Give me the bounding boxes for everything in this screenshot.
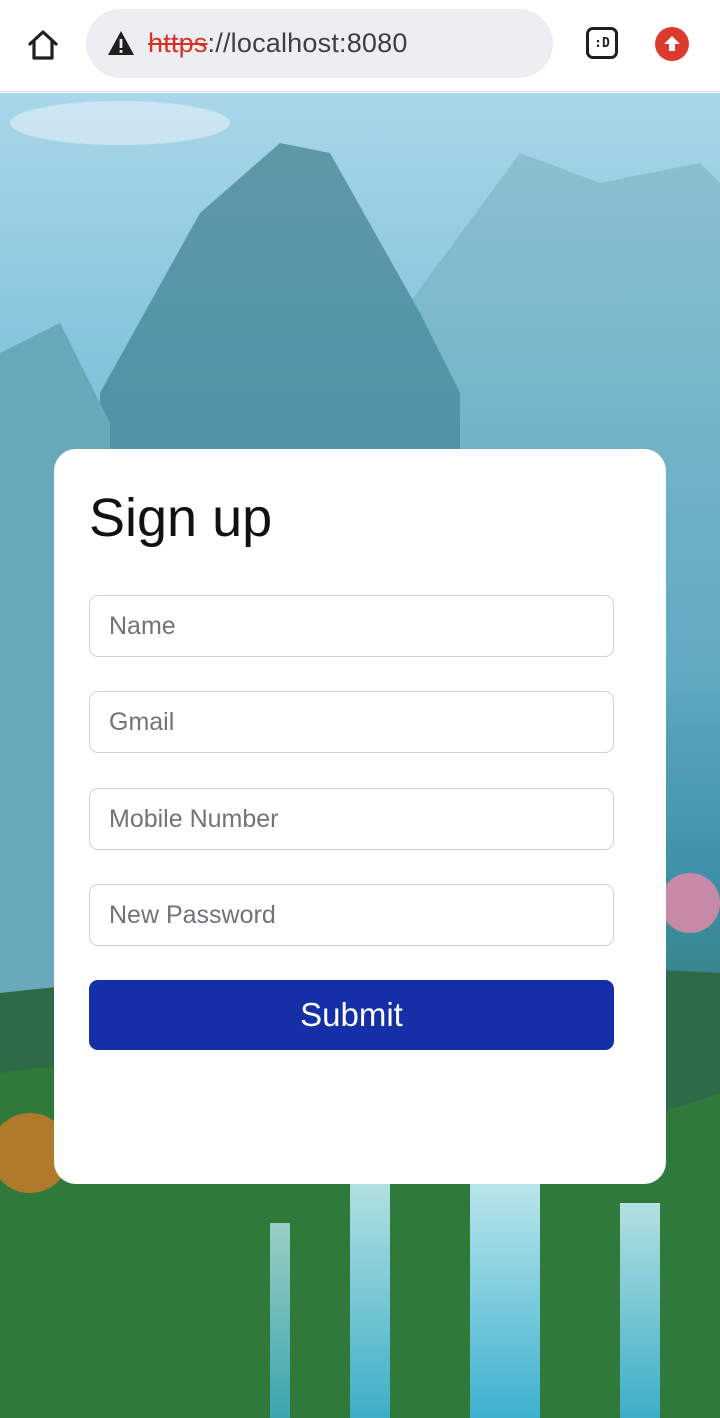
gmail-input[interactable] bbox=[89, 691, 614, 753]
signup-card: Sign up Submit bbox=[54, 449, 666, 1184]
page-title: Sign up bbox=[89, 488, 273, 548]
submit-button[interactable]: Submit bbox=[89, 980, 614, 1050]
background-landscape: Sign up Submit bbox=[0, 93, 720, 1418]
home-icon bbox=[28, 30, 58, 60]
address-bar[interactable]: https://localhost:8080 bbox=[86, 9, 553, 78]
arrow-up-icon bbox=[664, 36, 680, 51]
browser-toolbar: https://localhost:8080 :D bbox=[0, 0, 720, 92]
mobile-number-input[interactable] bbox=[89, 788, 614, 850]
url-scheme: https bbox=[148, 28, 208, 58]
url-host: ://localhost:8080 bbox=[207, 28, 408, 58]
update-button[interactable] bbox=[655, 27, 689, 61]
tab-switcher-button[interactable]: :D bbox=[586, 27, 618, 59]
url-text: https://localhost:8080 bbox=[148, 9, 408, 78]
name-input[interactable] bbox=[89, 595, 614, 657]
home-button[interactable] bbox=[22, 24, 64, 66]
new-password-input[interactable] bbox=[89, 884, 614, 946]
warning-triangle-icon[interactable] bbox=[106, 28, 136, 58]
tab-label: :D bbox=[594, 35, 610, 51]
